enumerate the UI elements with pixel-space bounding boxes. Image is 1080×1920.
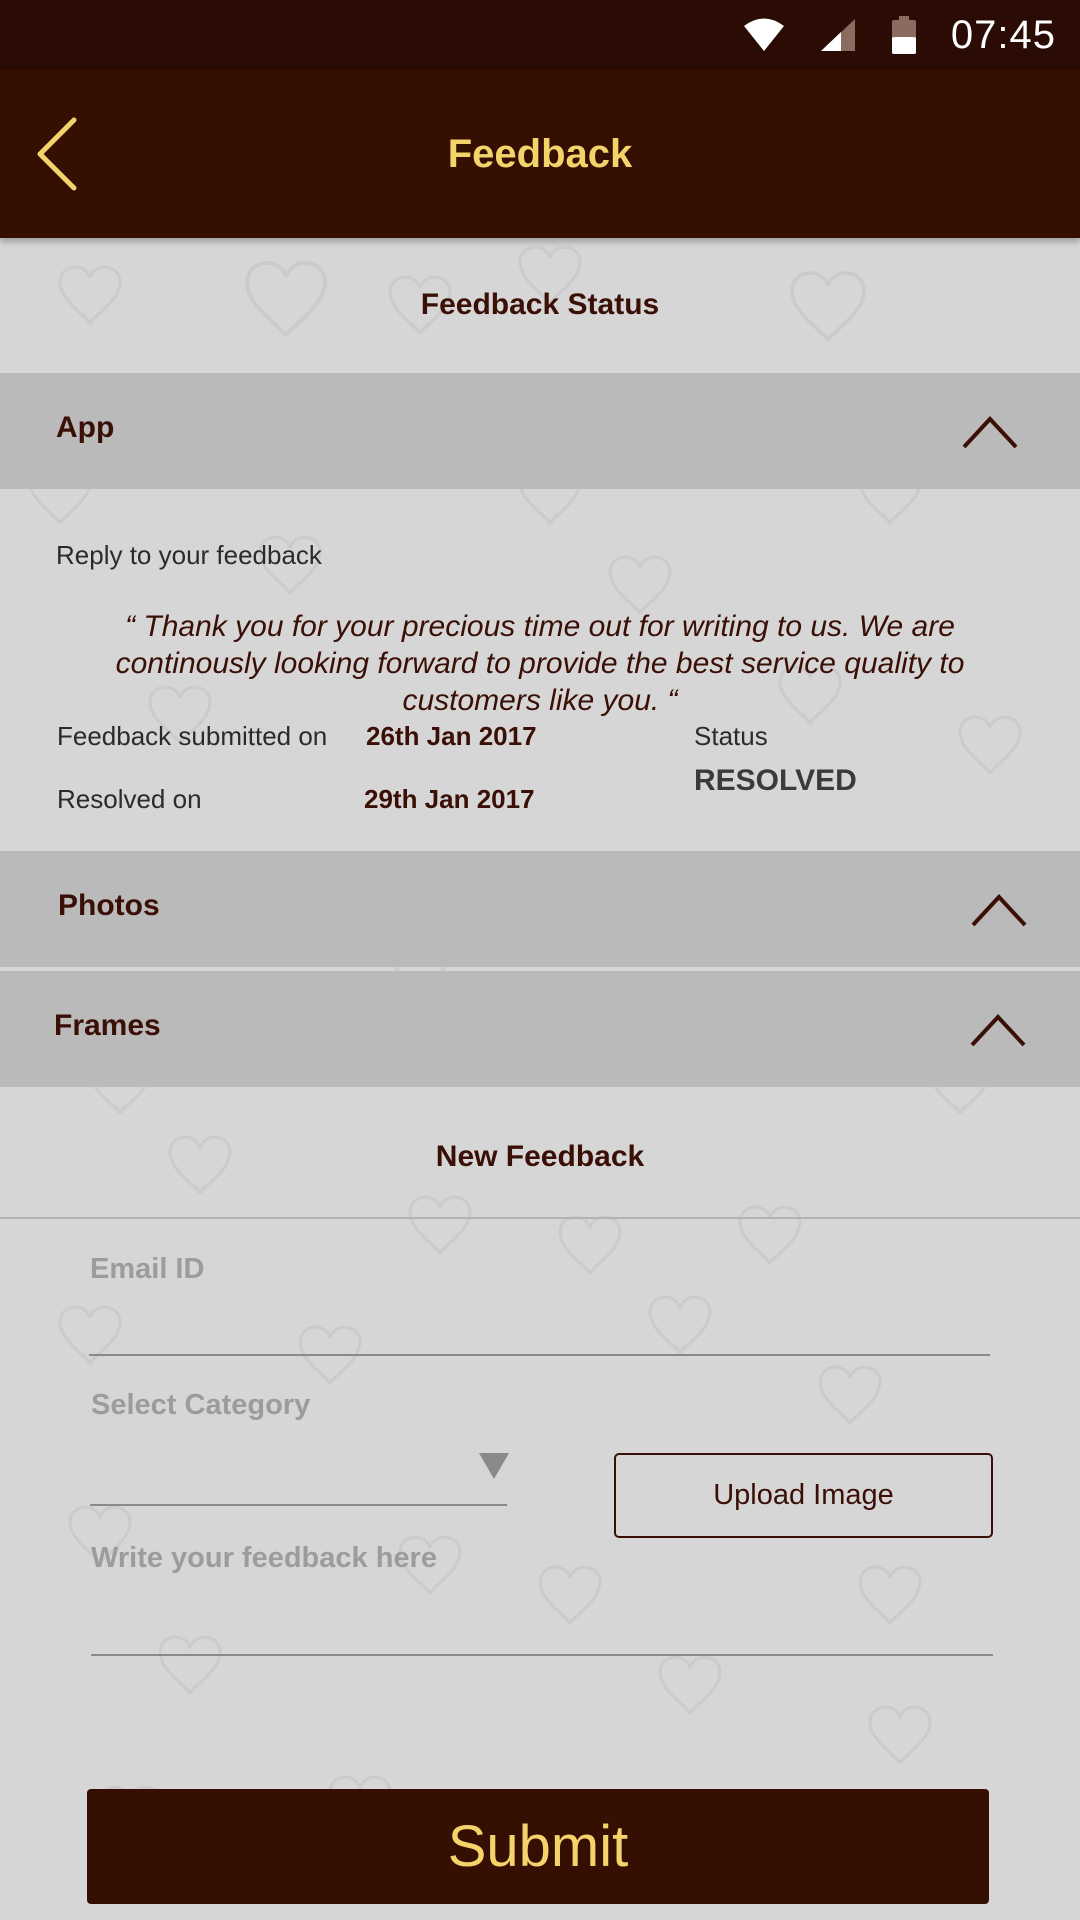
category-select[interactable]: Select Category bbox=[91, 1389, 310, 1422]
accordion-frames[interactable]: Frames bbox=[0, 971, 1080, 1087]
status-bar: 07:45 bbox=[0, 0, 1080, 70]
chevron-up-icon bbox=[971, 894, 1027, 927]
submit-button[interactable]: Submit bbox=[87, 1789, 989, 1904]
dropdown-arrow-icon[interactable] bbox=[478, 1452, 510, 1480]
submitted-date: 26th Jan 2017 bbox=[366, 721, 537, 751]
reply-text: “ Thank you for your precious time out f… bbox=[115, 610, 965, 717]
page-title: Feedback bbox=[447, 132, 633, 176]
email-field[interactable]: Email ID bbox=[90, 1253, 204, 1286]
status-label: Status bbox=[694, 721, 768, 751]
feedback-textarea[interactable]: Write your feedback here bbox=[91, 1542, 437, 1575]
chevron-up-icon bbox=[970, 1014, 1026, 1047]
category-select-underline bbox=[90, 1504, 507, 1506]
accordion-app[interactable]: App bbox=[0, 373, 1080, 489]
feedback-textarea-underline bbox=[91, 1654, 993, 1656]
accordion-frames-label: Frames bbox=[54, 1009, 161, 1042]
email-field-underline bbox=[89, 1354, 990, 1356]
accordion-photos-label: Photos bbox=[58, 889, 160, 922]
accordion-app-label: App bbox=[56, 411, 115, 444]
status-badge: RESOLVED bbox=[694, 764, 857, 797]
app-bar: Feedback bbox=[0, 70, 1080, 238]
new-feedback-title: New Feedback bbox=[435, 1140, 645, 1173]
upload-image-button[interactable]: Upload Image bbox=[614, 1453, 993, 1538]
submitted-label: Feedback submitted on bbox=[57, 721, 328, 751]
reply-label: Reply to your feedback bbox=[56, 540, 322, 570]
chevron-up-icon bbox=[962, 416, 1018, 449]
resolved-label: Resolved on bbox=[57, 784, 202, 814]
battery-icon bbox=[891, 15, 917, 55]
divider bbox=[0, 1217, 1080, 1219]
cell-signal-icon bbox=[819, 17, 857, 53]
clock: 07:45 bbox=[950, 12, 1056, 57]
feedback-status-title: Feedback Status bbox=[420, 288, 660, 321]
resolved-date: 29th Jan 2017 bbox=[364, 784, 535, 814]
accordion-photos[interactable]: Photos bbox=[0, 851, 1080, 967]
wifi-icon bbox=[743, 17, 785, 53]
